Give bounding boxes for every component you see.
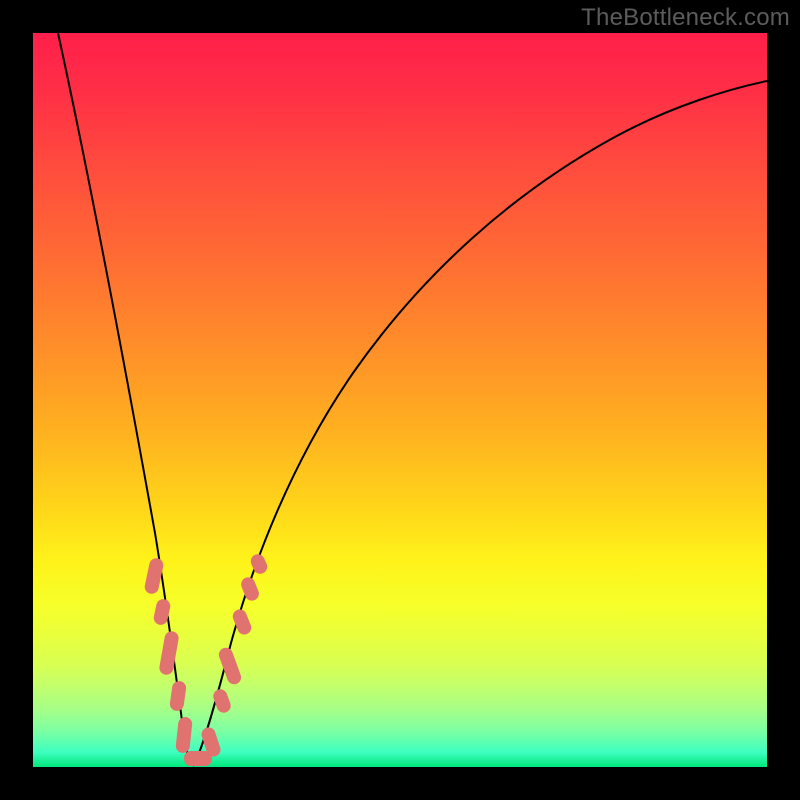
curve-marker	[239, 575, 261, 602]
curve-marker	[169, 680, 187, 712]
watermark-text: TheBottleneck.com	[581, 4, 790, 32]
chart-overlay	[33, 33, 767, 767]
chart-frame: TheBottleneck.com	[0, 0, 800, 800]
curve-marker	[158, 630, 179, 676]
curve-right-branch	[193, 81, 767, 766]
curve-marker	[249, 552, 270, 576]
curve-marker	[175, 716, 193, 753]
plot-area	[33, 33, 767, 767]
